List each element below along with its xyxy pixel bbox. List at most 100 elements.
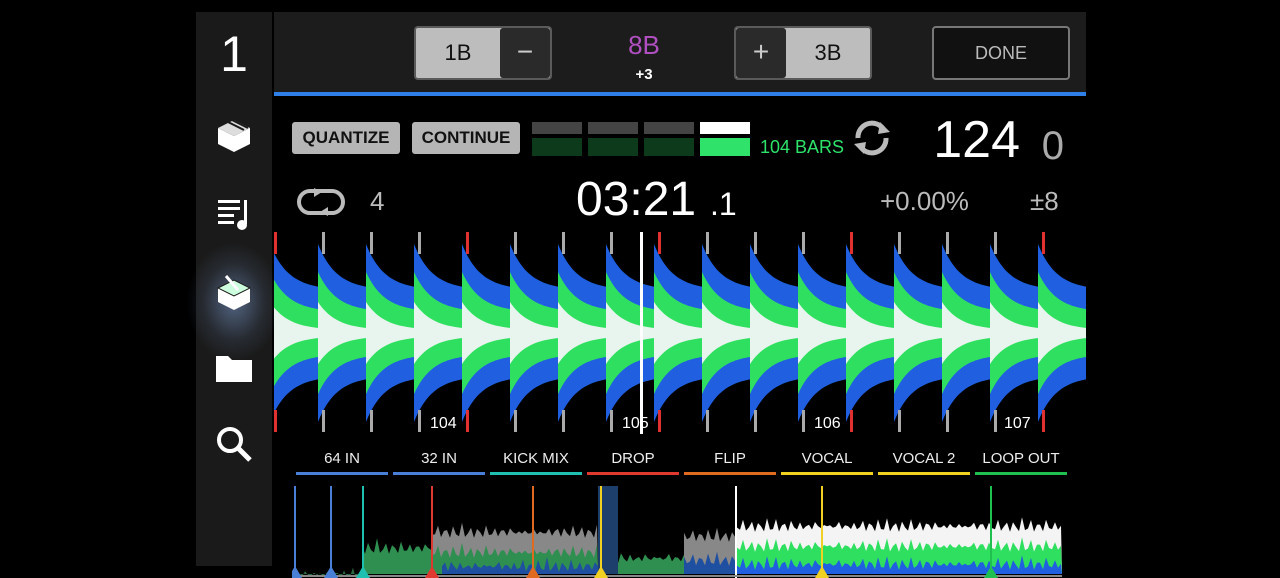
overview-hotcue-marker	[532, 486, 534, 570]
playhead	[640, 232, 643, 434]
beat-tick	[514, 232, 517, 254]
beat-tick	[322, 232, 325, 254]
right-value: 3B	[814, 40, 842, 65]
beat-tick	[706, 232, 709, 254]
hotcue-line	[587, 472, 679, 475]
beat-tick	[802, 232, 805, 254]
loop-icon[interactable]	[296, 188, 346, 216]
hotcue-label[interactable]: FLIP	[684, 450, 776, 467]
meter-cell	[532, 138, 582, 156]
bars-count: 104 BARS	[760, 137, 845, 157]
meter-cell	[532, 122, 582, 134]
beatjump-right: + 3B	[734, 26, 872, 80]
beat-tick	[610, 232, 613, 254]
continue-button[interactable]: CONTINUE	[412, 122, 520, 154]
meter-cell	[644, 138, 694, 156]
overview-hotcue-marker	[990, 486, 992, 570]
beat-tick	[946, 232, 949, 254]
hotcue-label[interactable]: 64 IN	[296, 450, 388, 467]
beat-tick	[1042, 410, 1045, 432]
bar-number: 107	[1004, 415, 1031, 432]
beat-tick	[562, 410, 565, 432]
elapsed-time: 03:21	[576, 173, 697, 226]
meter-cell	[644, 122, 694, 134]
hotcue-line	[490, 472, 582, 475]
hotcue-line	[975, 472, 1067, 475]
sidebar: 1	[186, 12, 282, 566]
beat-tick	[1042, 232, 1045, 254]
beat-tick	[610, 410, 613, 432]
hotcue-label[interactable]: VOCAL 2	[878, 450, 970, 467]
minus-button[interactable]: −	[500, 28, 550, 78]
beat-tick	[898, 410, 901, 432]
elapsed-time-fraction: .1	[710, 186, 737, 222]
beat-tick	[562, 232, 565, 254]
hotcue-label[interactable]: KICK MIX	[490, 450, 582, 467]
beat-tick	[370, 410, 373, 432]
beat-tick	[994, 232, 997, 254]
beat-tick	[946, 410, 949, 432]
beatjump-left: 1B −	[414, 26, 552, 80]
left-value: 1B	[444, 40, 472, 65]
collection-icon[interactable]	[214, 114, 254, 154]
beat-tick	[802, 410, 805, 432]
beat-tick	[994, 410, 997, 432]
loop-beat-count: 4	[370, 186, 385, 216]
tempo-range: ±8	[1030, 186, 1059, 216]
bpm-decimal: 0	[1041, 124, 1064, 168]
beat-tick	[850, 232, 853, 254]
beat-tick	[274, 410, 277, 432]
hotcue-label[interactable]: LOOP OUT	[975, 450, 1067, 467]
hotcue-label[interactable]: VOCAL	[781, 450, 873, 467]
hotcue-line	[296, 472, 388, 475]
beat-tick	[706, 410, 709, 432]
hotcue-label[interactable]: 32 IN	[393, 450, 485, 467]
overview-hotcue-marker	[431, 486, 433, 570]
hotcue-line	[684, 472, 776, 475]
bar-number: 106	[814, 415, 841, 432]
center-value: 8B	[628, 30, 660, 60]
beat-tick	[466, 232, 469, 254]
deck-number: 1	[220, 26, 248, 82]
center-offset: +3	[635, 66, 653, 83]
overview-playhead	[735, 486, 737, 578]
folder-icon[interactable]	[214, 348, 254, 388]
beatjump-bar: 1B − 8B +3 + 3B DONE	[274, 12, 1086, 92]
plus-button[interactable]: +	[736, 28, 786, 78]
bar-number: 104	[430, 415, 457, 432]
overview-hotcue-marker	[294, 486, 296, 570]
beat-tick	[370, 232, 373, 254]
overview-hotcue-marker	[821, 486, 823, 570]
done-button[interactable]: DONE	[932, 26, 1070, 80]
overview-waveform[interactable]	[292, 486, 1062, 578]
zoomed-waveform[interactable]: 104 105 106 107	[274, 232, 1086, 434]
playlist-icon[interactable]	[214, 194, 254, 234]
beat-tick	[514, 410, 517, 432]
edit-icon[interactable]	[214, 272, 254, 312]
beat-tick	[418, 232, 421, 254]
hotcue-line	[878, 472, 970, 475]
meter-cell	[588, 138, 638, 156]
deck-main: 1B − 8B +3 + 3B DONE QUANTIZE CONTINUE 1…	[274, 12, 1086, 578]
search-icon[interactable]	[214, 424, 254, 464]
beat-tick	[850, 410, 853, 432]
bar-number: 105	[622, 415, 649, 432]
meter-cell	[588, 122, 638, 134]
beat-tick	[466, 410, 469, 432]
overview-hotcue-marker	[330, 486, 332, 570]
meter-cell-active	[700, 138, 750, 156]
overview-hotcue-marker	[600, 486, 602, 570]
meter-cell-active	[700, 122, 750, 134]
beat-tick	[754, 232, 757, 254]
pitch-value: +0.00%	[880, 186, 969, 216]
sync-icon[interactable]	[850, 116, 894, 160]
beat-tick	[274, 232, 277, 254]
beat-tick	[898, 232, 901, 254]
hotcue-line	[781, 472, 873, 475]
beat-tick	[658, 410, 661, 432]
beat-tick	[418, 410, 421, 432]
hotcue-label[interactable]: DROP	[587, 450, 679, 467]
beat-tick	[754, 410, 757, 432]
beat-tick	[322, 410, 325, 432]
quantize-button[interactable]: QUANTIZE	[292, 122, 400, 154]
